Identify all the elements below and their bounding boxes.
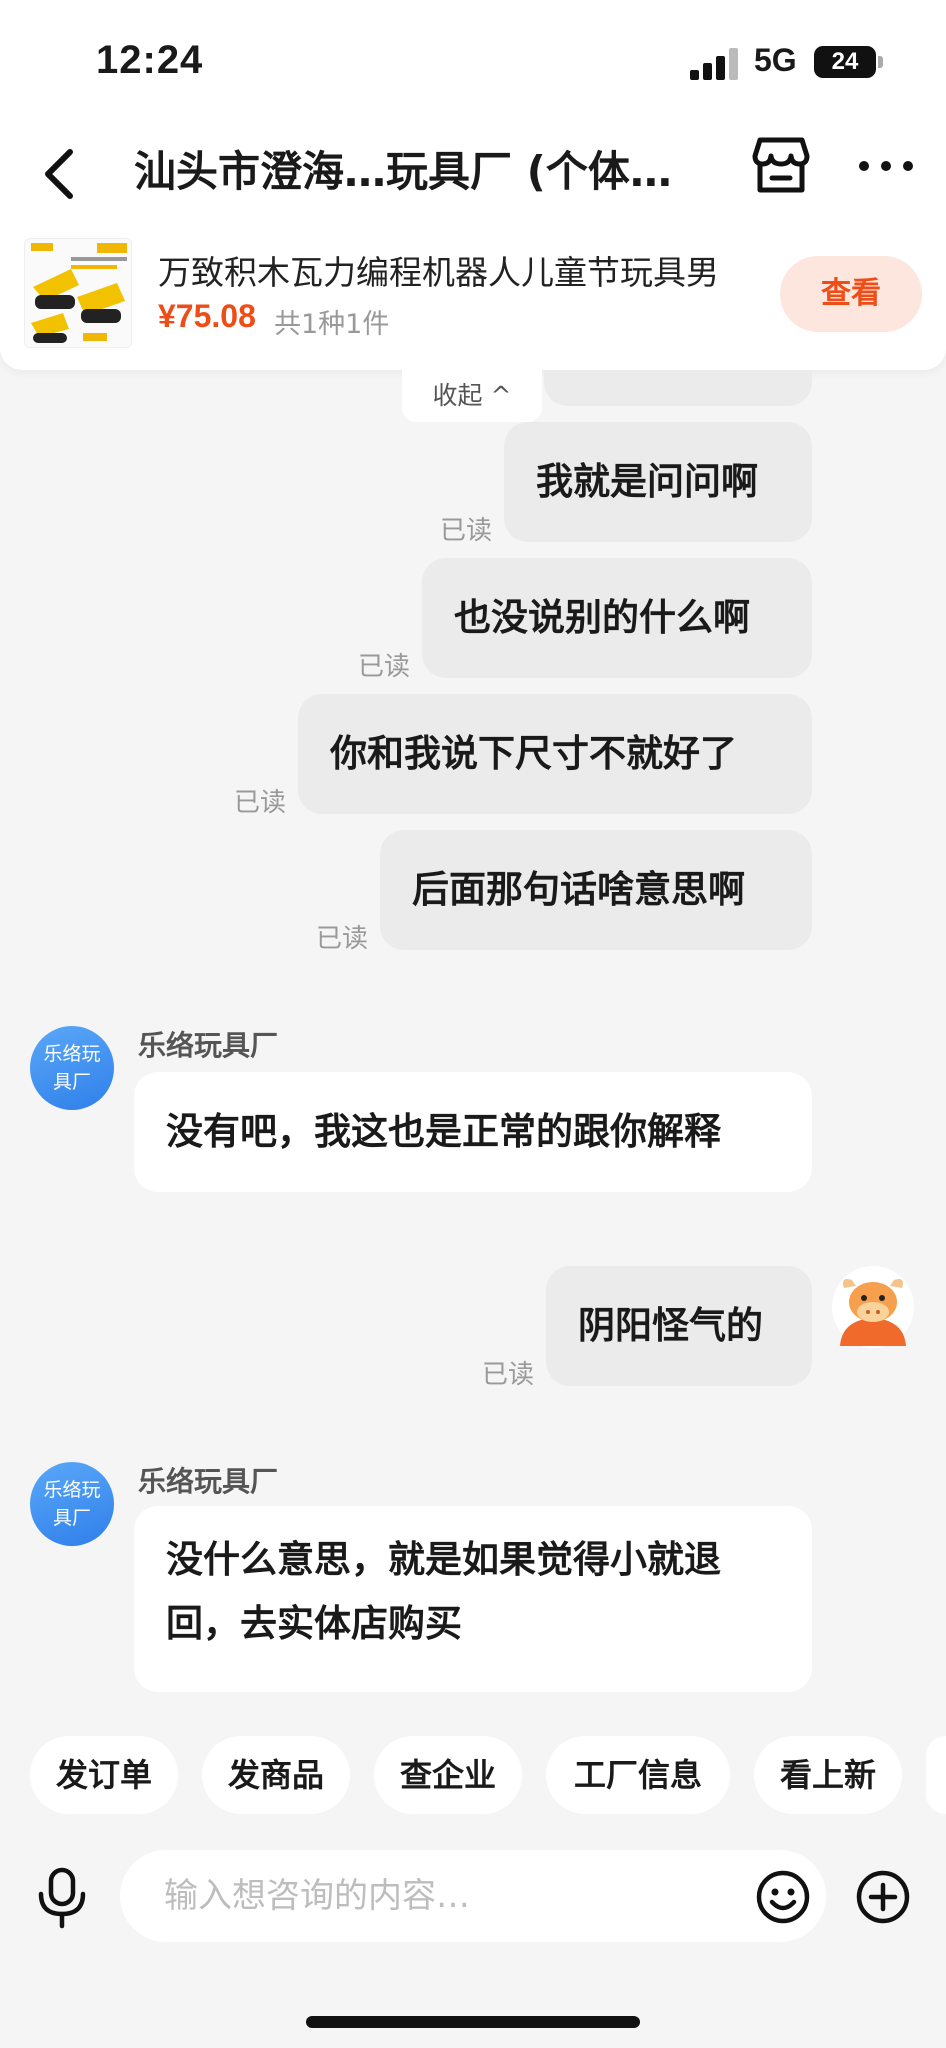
message-text-line: 回，去实体店购买 xyxy=(166,1602,462,1645)
plus-circle-icon[interactable] xyxy=(856,1870,910,1924)
message-bubble-partial xyxy=(544,370,812,406)
message-bubble-sent[interactable]: 你和我说下尺寸不就好了 xyxy=(298,694,812,814)
message-input[interactable] xyxy=(120,1850,826,1942)
sender-name: 乐络玩具厂 xyxy=(138,1465,279,1498)
message-bubble-received[interactable]: 没什么意思，就是如果觉得小就退 回，去实体店购买 xyxy=(134,1506,812,1692)
microphone-icon[interactable] xyxy=(36,1866,88,1930)
chevron-left-icon[interactable] xyxy=(40,144,80,204)
shop-avatar[interactable]: 乐络玩 具厂 xyxy=(30,1462,114,1546)
home-indicator[interactable] xyxy=(306,2016,640,2028)
storefront-icon[interactable] xyxy=(752,134,810,196)
message-bubble-sent[interactable]: 也没说别的什么啊 xyxy=(422,558,812,678)
shop-avatar[interactable]: 乐络玩 具厂 xyxy=(30,1026,114,1110)
read-status: 已读 xyxy=(440,516,493,546)
quick-action-factory-info[interactable]: 工厂信息 xyxy=(546,1736,730,1814)
user-avatar[interactable] xyxy=(832,1266,914,1348)
quick-action-new-arrivals[interactable]: 看上新 xyxy=(754,1736,902,1814)
shop-avatar-line1: 乐络玩 xyxy=(43,1043,101,1065)
product-quantity: 共1种1件 xyxy=(274,309,390,340)
quick-action-send-product[interactable]: 发商品 xyxy=(202,1736,350,1814)
product-name: 万致积木瓦力编程机器人儿童节玩具男 xyxy=(158,253,719,292)
battery-level: 24 xyxy=(831,48,859,75)
view-product-button[interactable]: 查看 xyxy=(780,256,922,332)
product-card[interactable]: 万致积木瓦力编程机器人儿童节玩具男 ¥75.08 共1种1件 查看 xyxy=(0,230,946,370)
read-status: 已读 xyxy=(358,652,411,682)
sender-name: 乐络玩具厂 xyxy=(138,1029,279,1062)
message-bubble-sent[interactable]: 阴阳怪气的 xyxy=(546,1266,812,1386)
collapse-button[interactable]: 收起 ^ xyxy=(402,370,542,422)
product-price: ¥75.08 xyxy=(158,298,256,334)
network-type: 5G xyxy=(754,42,797,78)
battery-icon: 24 xyxy=(814,46,876,78)
shop-avatar-line1: 乐络玩 xyxy=(43,1479,101,1501)
page-title: 汕头市澄海…玩具厂 (个体… xyxy=(134,147,672,196)
message-bubble-received[interactable]: 没有吧，我这也是正常的跟你解释 xyxy=(134,1072,812,1192)
quick-action-more[interactable] xyxy=(926,1736,946,1814)
quick-action-company-info[interactable]: 查企业 xyxy=(374,1736,522,1814)
quick-action-send-order[interactable]: 发订单 xyxy=(30,1736,178,1814)
read-status: 已读 xyxy=(316,924,369,954)
smiley-icon[interactable] xyxy=(756,1870,810,1924)
shop-avatar-line2: 具厂 xyxy=(52,1507,91,1529)
signal-icon xyxy=(690,46,738,80)
quick-actions-bar: 发订单 发商品 查企业 工厂信息 看上新 xyxy=(0,1736,946,1816)
status-time: 12:24 xyxy=(96,38,204,82)
product-thumbnail[interactable] xyxy=(24,238,132,348)
chat-messages: 收起 ^ 已读 我就是问问啊 已读 也没说别的什么啊 已读 你和我说下尺寸不就好… xyxy=(0,370,946,1692)
message-text-line: 没什么意思，就是如果觉得小就退 xyxy=(166,1538,721,1581)
read-status: 已读 xyxy=(234,788,287,818)
message-bubble-sent[interactable]: 后面那句话啥意思啊 xyxy=(380,830,812,950)
read-status: 已读 xyxy=(482,1360,535,1390)
more-dots-icon[interactable] xyxy=(858,158,914,172)
chat-header: 汕头市澄海…玩具厂 (个体… xyxy=(0,120,946,230)
message-bubble-sent[interactable]: 我就是问问啊 xyxy=(504,422,812,542)
shop-avatar-line2: 具厂 xyxy=(52,1071,91,1093)
status-bar: 12:24 5G 24 xyxy=(0,0,946,120)
input-bar xyxy=(0,1830,946,2048)
battery-cap xyxy=(878,56,883,68)
